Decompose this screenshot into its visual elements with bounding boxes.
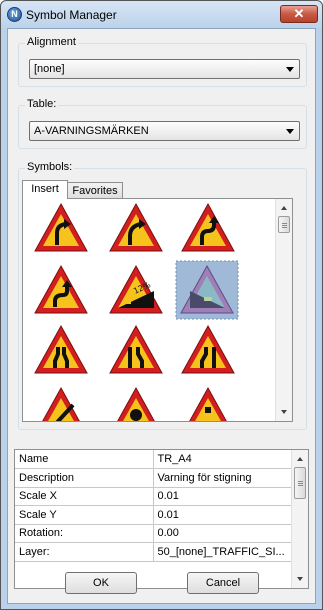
scroll-thumb[interactable] bbox=[278, 216, 290, 233]
scroll-down-icon[interactable] bbox=[297, 577, 303, 581]
sign-steep-ascent-selected[interactable] bbox=[175, 260, 239, 320]
app-icon: N bbox=[7, 7, 22, 22]
grip-line bbox=[282, 223, 287, 224]
alignment-value: [none] bbox=[34, 63, 65, 75]
property-key: Description bbox=[15, 468, 154, 488]
sign-partial-2[interactable] bbox=[109, 387, 163, 421]
scroll-up-icon[interactable] bbox=[297, 457, 303, 461]
chevron-down-icon bbox=[286, 67, 294, 72]
symbol-grid: 12% bbox=[34, 203, 239, 421]
grip-line bbox=[298, 485, 303, 486]
ok-button[interactable]: OK bbox=[65, 572, 137, 594]
sign-curve-left-right[interactable] bbox=[109, 203, 163, 252]
property-row[interactable]: Scale X 0.01 bbox=[15, 487, 292, 506]
chevron-down-icon bbox=[286, 129, 294, 134]
sign-road-narrows-right[interactable] bbox=[109, 325, 163, 374]
property-value[interactable]: Varning för stigning bbox=[153, 468, 292, 488]
properties-table: Name TR_A4 Description Varning för stigning… bbox=[15, 450, 292, 562]
table-dropdown[interactable]: A-VARNINGSMÄRKEN bbox=[29, 121, 300, 141]
alignment-group: Alignment [none] bbox=[18, 36, 307, 87]
property-value[interactable]: TR_A4 bbox=[153, 450, 292, 469]
symbols-group: Symbols: Insert Favorites 12% bbox=[18, 161, 307, 430]
property-value[interactable]: 0.01 bbox=[153, 505, 292, 525]
symbols-label: Symbols: bbox=[25, 161, 75, 173]
properties-scrollbar[interactable] bbox=[291, 450, 308, 588]
grip-line bbox=[282, 225, 287, 226]
property-value[interactable]: 50_[none]_TRAFFIC_SI... bbox=[153, 542, 292, 562]
grip-line bbox=[298, 483, 303, 484]
property-value[interactable]: 0.01 bbox=[153, 487, 292, 506]
sign-road-narrows-both[interactable] bbox=[34, 325, 88, 374]
property-key: Rotation: bbox=[15, 524, 154, 543]
table-label: Table: bbox=[25, 98, 59, 110]
symbol-gallery: 12% bbox=[22, 198, 293, 422]
sign-partial-3[interactable] bbox=[181, 387, 235, 421]
tab-insert[interactable]: Insert bbox=[22, 180, 68, 199]
cancel-button[interactable]: Cancel bbox=[187, 572, 259, 594]
property-row[interactable]: Name TR_A4 bbox=[15, 450, 292, 469]
property-key: Layer: bbox=[15, 542, 154, 562]
property-row[interactable]: Description Varning för stigning bbox=[15, 468, 292, 488]
sign-double-curve-left[interactable] bbox=[34, 265, 88, 314]
scroll-thumb[interactable] bbox=[294, 467, 306, 499]
dialog-body: Alignment [none] Table: A-VARNINGSMÄRKEN… bbox=[7, 28, 316, 604]
scroll-up-icon[interactable] bbox=[281, 206, 287, 210]
scroll-down-icon[interactable] bbox=[281, 410, 287, 414]
table-value: A-VARNINGSMÄRKEN bbox=[34, 125, 149, 137]
property-key: Scale Y bbox=[15, 505, 154, 525]
symbols-scrollbar[interactable] bbox=[275, 199, 292, 421]
alignment-dropdown[interactable]: [none] bbox=[29, 59, 300, 79]
property-row[interactable]: Layer: 50_[none]_TRAFFIC_SI... bbox=[15, 542, 292, 562]
sign-curve-right[interactable] bbox=[34, 203, 88, 252]
sign-double-curve[interactable] bbox=[181, 203, 235, 252]
property-key: Name bbox=[15, 450, 154, 469]
window-title: Symbol Manager bbox=[26, 8, 117, 22]
symbol-manager-window: N Symbol Manager ✕ Alignment [none] Tabl… bbox=[0, 0, 323, 610]
sign-steep-descent[interactable]: 12% bbox=[109, 265, 163, 314]
title-bar[interactable]: N Symbol Manager ✕ bbox=[1, 1, 322, 28]
grip-line bbox=[298, 481, 303, 482]
properties-grid: Name TR_A4 Description Varning för stigning… bbox=[14, 449, 309, 589]
property-row[interactable]: Rotation: 0.00 bbox=[15, 524, 292, 543]
table-group: Table: A-VARNINGSMÄRKEN bbox=[18, 98, 307, 149]
alignment-label: Alignment bbox=[25, 36, 78, 48]
sign-road-narrows-left[interactable] bbox=[181, 325, 235, 374]
grip-line bbox=[282, 227, 287, 228]
sign-partial-1[interactable] bbox=[34, 387, 88, 421]
close-button[interactable]: ✕ bbox=[280, 5, 318, 23]
property-value[interactable]: 0.00 bbox=[153, 524, 292, 543]
property-row[interactable]: Scale Y 0.01 bbox=[15, 505, 292, 525]
property-key: Scale X bbox=[15, 487, 154, 506]
